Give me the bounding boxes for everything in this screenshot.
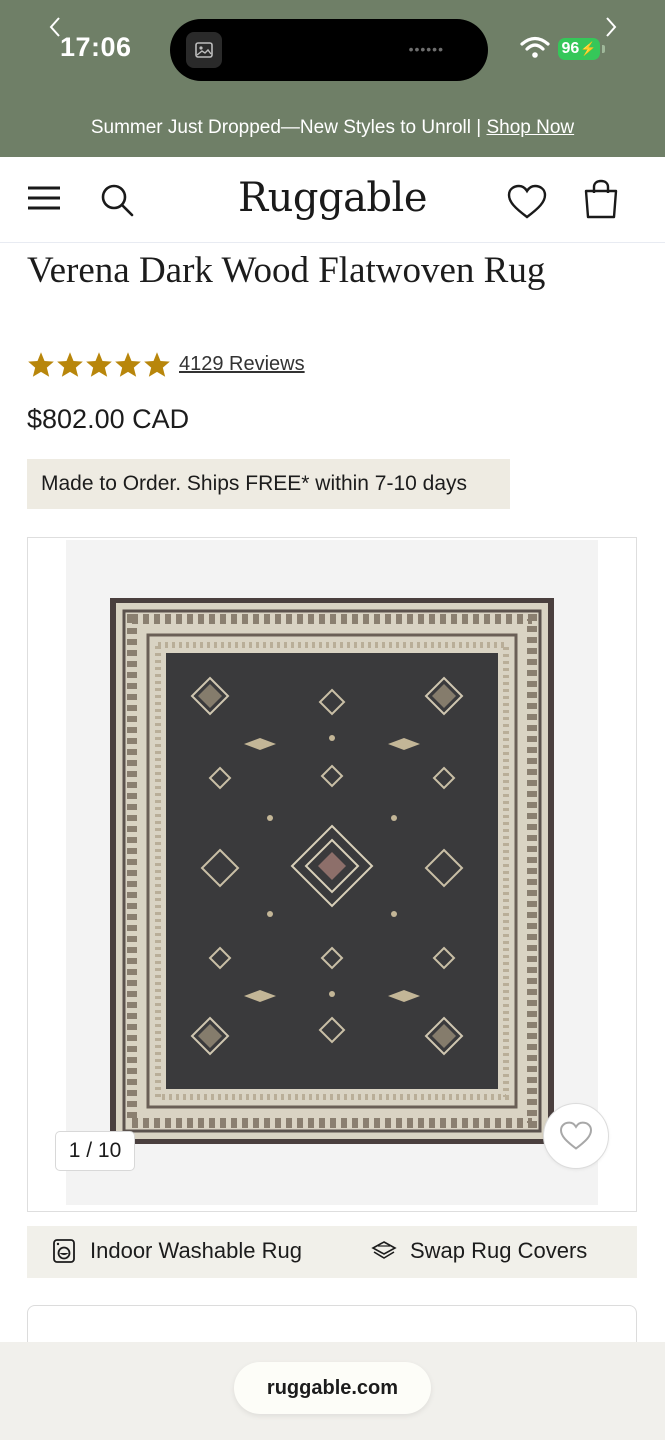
dynamic-island: ••••••: [170, 19, 488, 81]
feature-swap[interactable]: Swap Rug Covers: [371, 1238, 587, 1264]
battery-level: 96: [561, 40, 580, 57]
battery-indicator: 96 ⚡: [558, 38, 600, 60]
star-icon: [57, 351, 83, 377]
browser-toolbar: ruggable.com: [0, 1342, 665, 1440]
battery-tip: [602, 45, 605, 53]
product-price: $802.00 CAD: [27, 404, 190, 434]
hamburger-icon: [28, 186, 60, 210]
cart-button[interactable]: [582, 179, 620, 219]
heart-icon: [507, 184, 547, 219]
shop-now-link[interactable]: Shop Now: [486, 117, 574, 138]
product-gallery[interactable]: 1 / 10: [27, 537, 637, 1212]
star-icon: [144, 351, 170, 377]
gallery-wishlist-button[interactable]: [543, 1103, 609, 1169]
star-rating: [27, 351, 171, 378]
ruggable-logo[interactable]: Ruggable: [238, 175, 428, 221]
feature-washable-label: Indoor Washable Rug: [90, 1238, 302, 1263]
wishlist-button[interactable]: [506, 183, 548, 221]
promo-next-button[interactable]: [598, 14, 624, 40]
heart-icon: [559, 1121, 593, 1150]
search-button[interactable]: [98, 181, 136, 219]
shipping-badge: Made to Order. Ships FREE* within 7-10 d…: [27, 459, 510, 509]
shopping-bag-icon: [584, 179, 618, 219]
promo-prev-button[interactable]: [42, 14, 68, 40]
status-time: 17:06: [60, 32, 132, 62]
search-icon: [101, 184, 134, 217]
wifi-icon: [520, 36, 550, 63]
site-nav: Ruggable: [0, 157, 665, 243]
gallery-image-frame: [66, 540, 598, 1205]
rug-image[interactable]: [110, 598, 554, 1144]
star-icon: [115, 351, 141, 377]
promo-text: Summer Just Dropped—New Styles to Unroll…: [91, 117, 574, 139]
chevron-right-icon: [606, 17, 617, 37]
feature-washable[interactable]: Indoor Washable Rug: [51, 1238, 302, 1264]
star-icon: [28, 351, 54, 377]
charging-icon: ⚡: [580, 41, 597, 56]
menu-button[interactable]: [26, 183, 62, 213]
reviews-link[interactable]: 4129 Reviews: [179, 353, 305, 376]
image-icon: [186, 32, 222, 68]
activity-dots-icon: ••••••: [408, 41, 444, 57]
promo-banner: Summer Just Dropped—New Styles to Unroll…: [0, 100, 665, 155]
image-counter: 1 / 10: [55, 1131, 135, 1171]
star-icon: [86, 351, 112, 377]
promo-message: Summer Just Dropped—New Styles to Unroll…: [90, 116, 487, 138]
address-bar[interactable]: ruggable.com: [234, 1362, 431, 1414]
washing-machine-icon: [51, 1238, 77, 1264]
product-rating[interactable]: 4129 Reviews: [27, 348, 305, 380]
layers-icon: [371, 1238, 397, 1264]
feature-strip: Indoor Washable Rug Swap Rug Covers: [27, 1226, 637, 1278]
product-title: Verena Dark Wood Flatwoven Rug: [27, 250, 546, 291]
feature-swap-label: Swap Rug Covers: [410, 1238, 588, 1263]
chevron-left-icon: [49, 17, 60, 37]
